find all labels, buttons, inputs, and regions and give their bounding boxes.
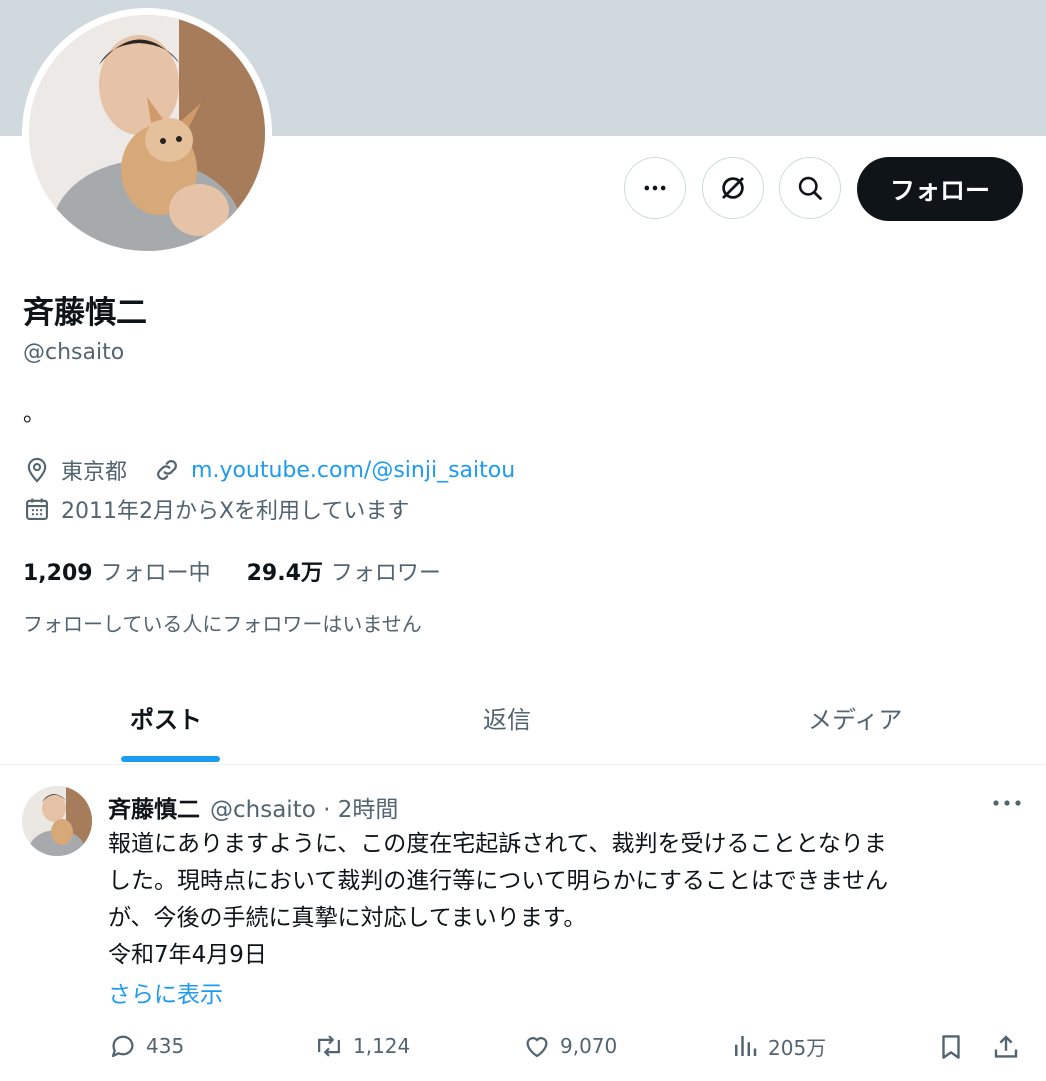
post-author-name[interactable]: 斉藤慎二 [108, 790, 200, 824]
joined-row: 2011年2月からXを利用しています [23, 493, 409, 525]
followers-link[interactable]: 29.4万 フォロワー [247, 555, 441, 587]
more-horizontal-icon [644, 185, 666, 191]
profile-location: 東京都 [61, 460, 128, 485]
avatar-photo [29, 15, 265, 251]
post-text-line: 報道にありますように、この度在宅起訴されて、裁判を受けることとなりま [108, 831, 887, 857]
profile-name: 斉藤慎二 [23, 295, 147, 331]
followers-label: フォロワー [330, 561, 441, 586]
repost-count: 1,124 [353, 1034, 411, 1058]
profile-avatar[interactable] [22, 8, 272, 258]
followers-count: 29.4万 [246, 561, 323, 586]
post-header: 斉藤慎二 @chsaito · 2時間 [108, 790, 398, 824]
profile-counts: 1,209 フォロー中 29.4万 フォロワー [23, 555, 441, 587]
location-icon [27, 457, 47, 483]
show-more-link[interactable]: さらに表示 [108, 975, 223, 1009]
grok-button[interactable] [702, 157, 764, 219]
post-more-button[interactable] [990, 791, 1024, 815]
calendar-icon [26, 498, 48, 520]
reply-count: 435 [146, 1034, 185, 1058]
mutual-followers-note: フォローしている人にフォロワーはいません [23, 612, 422, 636]
bookmark-icon [942, 1035, 960, 1059]
active-tab-indicator [121, 756, 220, 762]
heart-icon [526, 1037, 548, 1058]
search-icon [798, 176, 822, 200]
more-options-button[interactable] [624, 157, 686, 219]
profile-meta-row: 東京都 m.youtube.com/@sinji_saitou [23, 454, 515, 486]
profile-handle: @chsaito [23, 340, 125, 365]
following-label: フォロー中 [100, 561, 211, 586]
reply-button[interactable]: 435 [108, 1031, 184, 1061]
like-count: 9,070 [560, 1034, 618, 1058]
profile-website-link[interactable]: m.youtube.com/@sinji_saitou [191, 458, 515, 483]
more-horizontal-icon [993, 800, 1021, 806]
views-button[interactable]: 205万 [730, 1031, 826, 1061]
analytics-icon [735, 1036, 757, 1056]
search-button[interactable] [779, 157, 841, 219]
follow-button[interactable]: フォロー [857, 157, 1023, 221]
views-count: 205万 [768, 1035, 827, 1060]
like-button[interactable]: 9,070 [522, 1031, 617, 1061]
bookmark-button[interactable] [936, 1031, 966, 1067]
share-button[interactable] [991, 1031, 1021, 1067]
following-link[interactable]: 1,209 フォロー中 [23, 555, 211, 587]
post-text-line: 令和7年4月9日 [108, 942, 267, 968]
share-icon [994, 1035, 1018, 1058]
post-text-line: した。現時点において裁判の進行等について明らかにすることはできません [108, 868, 889, 894]
profile-joined: 2011年2月からXを利用しています [61, 499, 410, 524]
following-count: 1,209 [23, 561, 93, 586]
profile-bio: 。 [23, 402, 46, 427]
post-text: 報道にありますように、この度在宅起訴されて、裁判を受けることとなりま した。現時… [108, 826, 1028, 974]
reply-icon [111, 1035, 134, 1058]
post-text-line: が、今後の手続に真摯に対応してまいります。 [108, 905, 587, 931]
repost-icon [318, 1035, 340, 1057]
link-icon [157, 460, 177, 480]
tab-media[interactable]: メディア [808, 700, 902, 735]
post-author-avatar[interactable] [22, 786, 92, 856]
repost-button[interactable]: 1,124 [313, 1031, 410, 1061]
grok-icon [722, 177, 744, 199]
tab-posts[interactable]: ポスト [130, 700, 202, 735]
tab-replies[interactable]: 返信 [483, 700, 531, 735]
post-handle-time[interactable]: @chsaito · 2時間 [210, 790, 398, 824]
tabs-divider [0, 764, 1046, 765]
